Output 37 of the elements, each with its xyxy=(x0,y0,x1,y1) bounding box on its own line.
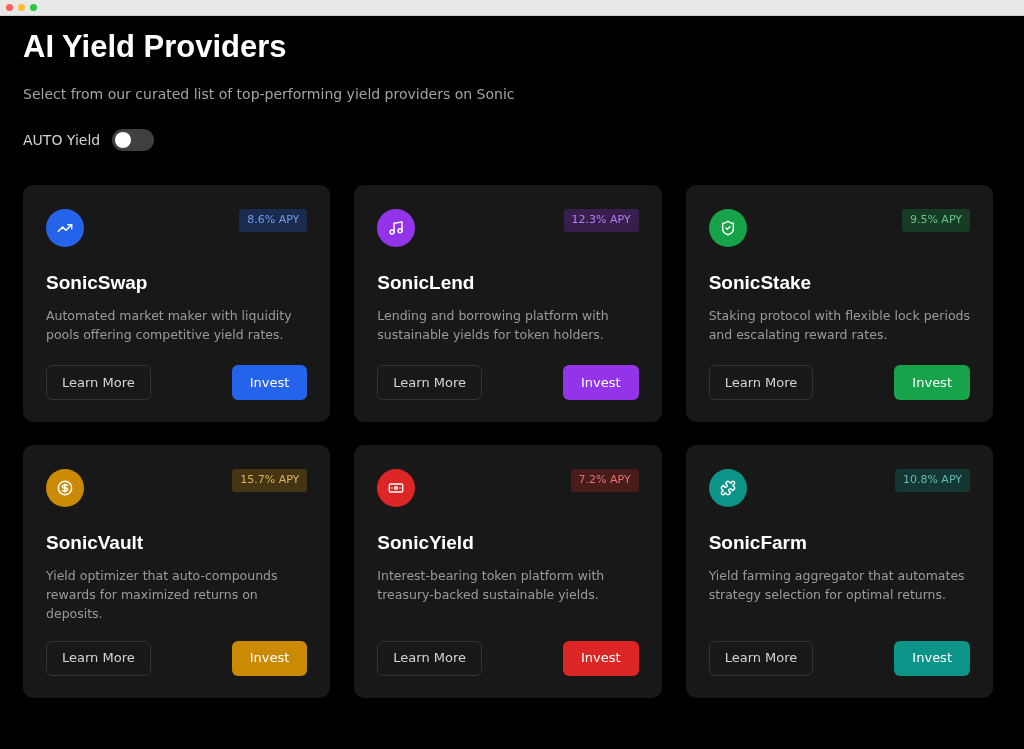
provider-name: SonicYield xyxy=(377,531,475,555)
provider-name: SonicSwap xyxy=(46,271,149,295)
shield-check-icon xyxy=(719,220,736,236)
provider-name: SonicLend xyxy=(377,271,476,295)
provider-description: Staking protocol with flexible lock periods and escalating reward rates. xyxy=(708,306,970,344)
provider-description: Yield farming aggregator that automates strategy selection for optimal returns. xyxy=(708,566,966,604)
invest-button[interactable]: Invest xyxy=(231,365,308,400)
learn-more-button[interactable]: Learn More xyxy=(377,640,483,676)
apy-badge: 7.2% APY xyxy=(570,469,639,492)
dollar-coin-icon xyxy=(57,480,73,496)
learn-more-button[interactable]: Learn More xyxy=(377,365,483,400)
invest-button[interactable]: Invest xyxy=(894,640,970,676)
learn-more-button[interactable]: Learn More xyxy=(708,365,814,400)
apy-badge: 8.6% APY xyxy=(239,209,308,232)
provider-description: Lending and borrowing platform with sustainable yields for token holders. xyxy=(377,306,610,344)
provider-description: Interest-bearing token platform with treasury-backed sustainable yields. xyxy=(377,566,606,604)
page-subtitle: Select from our curated list of top-performing yield providers on Sonic xyxy=(23,85,516,104)
apy-badge: 9.5% APY xyxy=(901,209,970,232)
provider-name: SonicFarm xyxy=(708,531,808,555)
learn-more-button[interactable]: Learn More xyxy=(708,640,814,676)
auto-yield-label: AUTO Yield xyxy=(23,130,101,150)
learn-more-button[interactable]: Learn More xyxy=(46,365,151,400)
apy-badge: 12.3% APY xyxy=(563,209,639,232)
invest-button[interactable]: Invest xyxy=(563,365,639,400)
provider-description: Automated market maker with liquidity pools offering competitive yield rates. xyxy=(46,306,293,344)
invest-button[interactable]: Invest xyxy=(563,640,639,676)
provider-name: SonicVault xyxy=(46,531,145,555)
apy-badge: 15.7% APY xyxy=(232,469,308,492)
music-note-icon xyxy=(388,220,405,236)
learn-more-button[interactable]: Learn More xyxy=(46,640,151,676)
banknote-icon xyxy=(388,480,405,496)
provider-description: Yield optimizer that auto-compounds rewards for maximized returns on deposits. xyxy=(46,566,279,623)
page-title: AI Yield Providers xyxy=(23,28,288,66)
provider-name: SonicStake xyxy=(708,271,813,295)
puzzle-icon xyxy=(719,480,736,496)
apy-badge: 10.8% APY xyxy=(894,469,970,492)
auto-yield-toggle[interactable] xyxy=(112,129,155,151)
